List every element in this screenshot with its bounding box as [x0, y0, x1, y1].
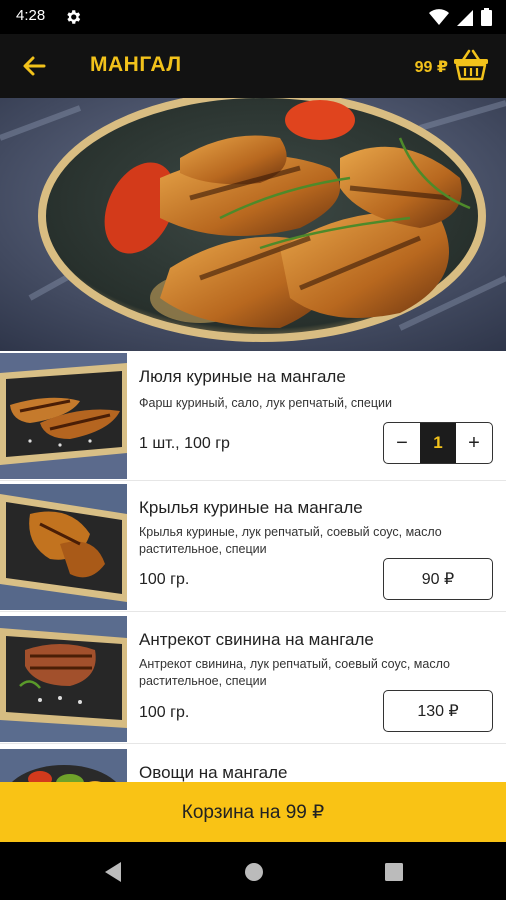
- product-item[interactable]: Овощи на мангале: [0, 747, 506, 782]
- product-weight: 100 гр.: [139, 571, 190, 588]
- decrease-quantity-button[interactable]: −: [384, 423, 420, 463]
- add-to-cart-price-button[interactable]: 130 ₽: [383, 690, 493, 732]
- increase-quantity-button[interactable]: +: [456, 423, 492, 463]
- shopping-basket-icon[interactable]: [452, 48, 490, 82]
- product-name: Крылья куриные на мангале: [139, 498, 363, 517]
- product-name: Антрекот свинина на мангале: [139, 630, 374, 649]
- product-image: [0, 353, 127, 479]
- product-item[interactable]: Крылья куриные на мангале Крылья куриные…: [0, 482, 506, 612]
- add-to-cart-price-button[interactable]: 90 ₽: [383, 558, 493, 600]
- product-item[interactable]: Люля куриные на мангале Фарш куриный, са…: [0, 351, 506, 481]
- status-time: 4:28: [16, 7, 46, 24]
- product-description: Фарш куриный, сало, лук репчатый, специи: [139, 396, 392, 410]
- nav-recents-icon[interactable]: [384, 862, 404, 882]
- cellular-signal-icon: [457, 10, 473, 26]
- page-title: МАНГАЛ: [90, 53, 182, 76]
- battery-icon: [481, 8, 492, 26]
- product-name: Люля куриные на мангале: [139, 367, 346, 386]
- basket-button[interactable]: Корзина на 99 ₽: [0, 782, 506, 842]
- product-item[interactable]: Антрекот свинина на мангале Антрекот сви…: [0, 614, 506, 744]
- settings-gear-icon: [67, 10, 81, 24]
- product-description: Антрекот свинина, лук репчатый, соевый с…: [139, 657, 450, 688]
- app-bar: МАНГАЛ 99 ₽: [0, 34, 506, 98]
- category-hero-image: [0, 98, 506, 351]
- product-weight: 1 шт., 100 гр: [139, 435, 230, 452]
- product-weight: 100 гр.: [139, 704, 190, 721]
- nav-home-icon[interactable]: [243, 861, 265, 883]
- back-arrow-icon[interactable]: [18, 50, 50, 82]
- wifi-icon: [429, 9, 449, 25]
- status-bar: 4:28: [0, 0, 506, 34]
- product-image: [0, 484, 127, 610]
- product-name: Овощи на мангале: [139, 763, 288, 782]
- quantity-stepper[interactable]: − 1 +: [383, 422, 493, 464]
- product-list[interactable]: Люля куриные на мангале Фарш куриный, са…: [0, 351, 506, 782]
- product-image: [0, 749, 127, 782]
- product-description: Крылья куриные, лук репчатый, соевый соу…: [139, 525, 442, 556]
- cart-total[interactable]: 99 ₽: [415, 57, 448, 77]
- system-navigation-bar: [0, 842, 506, 900]
- quantity-value: 1: [420, 423, 456, 463]
- product-image: [0, 616, 127, 742]
- nav-back-icon[interactable]: [103, 861, 123, 883]
